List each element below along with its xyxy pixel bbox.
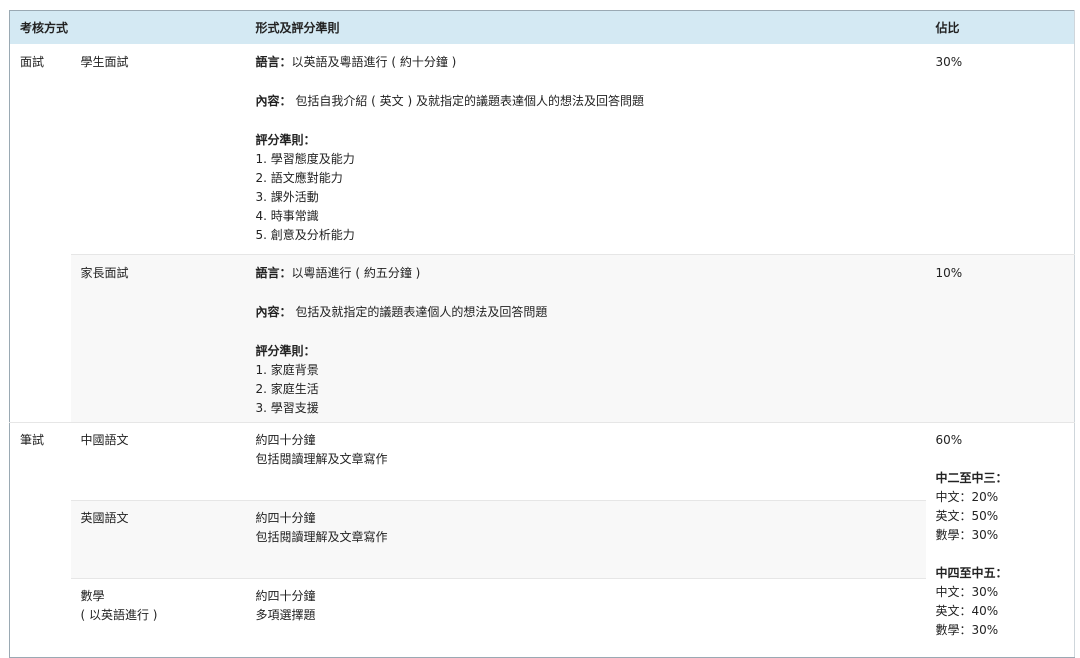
- written-weight-cell: 60% 中二至中三： 中文：20% 英文：50% 數學：30% 中四至中五： 中…: [925, 422, 1075, 658]
- criteria-item: 2. 家庭生活: [255, 382, 319, 396]
- header-method: 考核方式: [9, 10, 246, 44]
- subject-math-details: 約四十分鐘 多項選擇題: [245, 578, 926, 658]
- student-criteria-heading: 評分準則：: [255, 133, 316, 147]
- detail-line: 多項選擇題: [255, 608, 316, 622]
- criteria-item: 1. 學習態度及能力: [255, 152, 355, 166]
- parent-content-line: 內容： 包括及就指定的議題表達個人的想法及回答問題: [256, 303, 916, 322]
- student-content-line: 內容： 包括自我介紹 ( 英文 ) 及就指定的議題表達個人的想法及回答問題: [256, 92, 916, 111]
- table-row-math: 數學 ( 以英語進行 ) 約四十分鐘 多項選擇題: [10, 578, 1075, 658]
- subject-chinese: 中國語文: [70, 422, 246, 501]
- breakdown-title: 中四至中五：: [935, 566, 1008, 580]
- language-text: 以英語及粵語進行 ( 約十分鐘 ): [291, 55, 457, 69]
- student-interview-label: 學生面試: [80, 55, 129, 69]
- subject-english: 英國語文: [70, 500, 246, 579]
- subcategory-parent-interview: 家長面試: [70, 254, 246, 423]
- content-text: 包括及就指定的議題表達個人的想法及回答問題: [291, 305, 548, 319]
- written-weight: 60%: [935, 433, 963, 447]
- subject-name-note: ( 以英語進行 ): [80, 608, 158, 622]
- parent-interview-weight: 10%: [925, 254, 1075, 423]
- content-label: 內容：: [255, 305, 292, 319]
- breakdown-item: 中文：30%: [935, 585, 999, 599]
- subcategory-student-interview: 學生面試: [71, 44, 246, 255]
- criteria-item: 3. 學習支援: [255, 401, 319, 415]
- subject-name: 數學: [80, 589, 105, 603]
- header-weight: 佔比: [925, 10, 1075, 44]
- detail-line: 約四十分鐘: [255, 511, 316, 525]
- category-interview: 面試: [10, 44, 71, 423]
- category-written: 筆試: [9, 422, 71, 658]
- subject-english-details: 約四十分鐘 包括閱讀理解及文章寫作: [245, 500, 926, 579]
- language-text: 以粵語進行 ( 約五分鐘 ): [291, 266, 421, 280]
- language-label: 語言：: [255, 266, 292, 280]
- detail-line: 包括閱讀理解及文章寫作: [255, 530, 388, 544]
- detail-line: 包括閱讀理解及文章寫作: [255, 452, 388, 466]
- header-criteria: 形式及評分準則: [245, 10, 926, 44]
- table-header-row: 考核方式 形式及評分準則 佔比: [9, 10, 1075, 44]
- content-text: 包括自我介紹 ( 英文 ) 及就指定的議題表達個人的想法及回答問題: [291, 94, 644, 108]
- student-language-line: 語言：以英語及粵語進行 ( 約十分鐘 ): [256, 53, 916, 72]
- table-row-chinese: 筆試 中國語文 約四十分鐘 包括閱讀理解及文章寫作 60% 中二至中三： 中文：…: [9, 422, 1075, 658]
- breakdown-item: 數學：30%: [935, 623, 999, 637]
- category-written-label: 筆試: [20, 433, 45, 447]
- detail-line: 約四十分鐘: [255, 589, 316, 603]
- table-row-student-interview: 面試 學生面試 語言：以英語及粵語進行 ( 約十分鐘 ) 內容： 包括自我介紹 …: [10, 44, 1075, 255]
- criteria-item: 1. 家庭背景: [255, 363, 319, 377]
- breakdown-item: 中文：20%: [935, 490, 999, 504]
- content-label: 內容：: [255, 94, 292, 108]
- criteria-item: 3. 課外活動: [255, 190, 319, 204]
- student-interview-weight: 30%: [935, 55, 963, 69]
- parent-interview-label: 家長面試: [80, 266, 129, 280]
- student-interview-details: 語言：以英語及粵語進行 ( 約十分鐘 ) 內容： 包括自我介紹 ( 英文 ) 及…: [246, 44, 926, 255]
- detail-line: 約四十分鐘: [255, 433, 316, 447]
- criteria-item: 4. 時事常識: [255, 209, 319, 223]
- parent-criteria-heading: 評分準則：: [255, 344, 316, 358]
- assessment-table: 考核方式 形式及評分準則 佔比 面試 學生面試 語言：以英語及粵語進行 ( 約十…: [9, 10, 1076, 658]
- subject-name: 英國語文: [80, 511, 129, 525]
- table-row-parent-interview: 家長面試 語言：以粵語進行 ( 約五分鐘 ) 內容： 包括及就指定的議題表達個人…: [10, 254, 1075, 423]
- breakdown-item: 英文：40%: [935, 604, 999, 618]
- breakdown-item: 英文：50%: [935, 509, 999, 523]
- breakdown-item: 數學：30%: [935, 528, 999, 542]
- subject-chinese-details: 約四十分鐘 包括閱讀理解及文章寫作: [245, 422, 926, 501]
- language-label: 語言：: [255, 55, 292, 69]
- assessment-table-container: 考核方式 形式及評分準則 佔比 面試 學生面試 語言：以英語及粵語進行 ( 約十…: [9, 10, 1076, 658]
- breakdown-title: 中二至中三：: [935, 471, 1008, 485]
- subject-math: 數學 ( 以英語進行 ): [70, 578, 246, 658]
- criteria-item: 2. 語文應對能力: [255, 171, 343, 185]
- table-row-english: 英國語文 約四十分鐘 包括閱讀理解及文章寫作: [10, 500, 1075, 579]
- category-interview-label: 面試: [20, 55, 45, 69]
- subject-name: 中國語文: [80, 433, 129, 447]
- parent-interview-details: 語言：以粵語進行 ( 約五分鐘 ) 內容： 包括及就指定的議題表達個人的想法及回…: [245, 254, 926, 423]
- parent-language-line: 語言：以粵語進行 ( 約五分鐘 ): [256, 264, 916, 283]
- criteria-item: 5. 創意及分析能力: [255, 228, 355, 242]
